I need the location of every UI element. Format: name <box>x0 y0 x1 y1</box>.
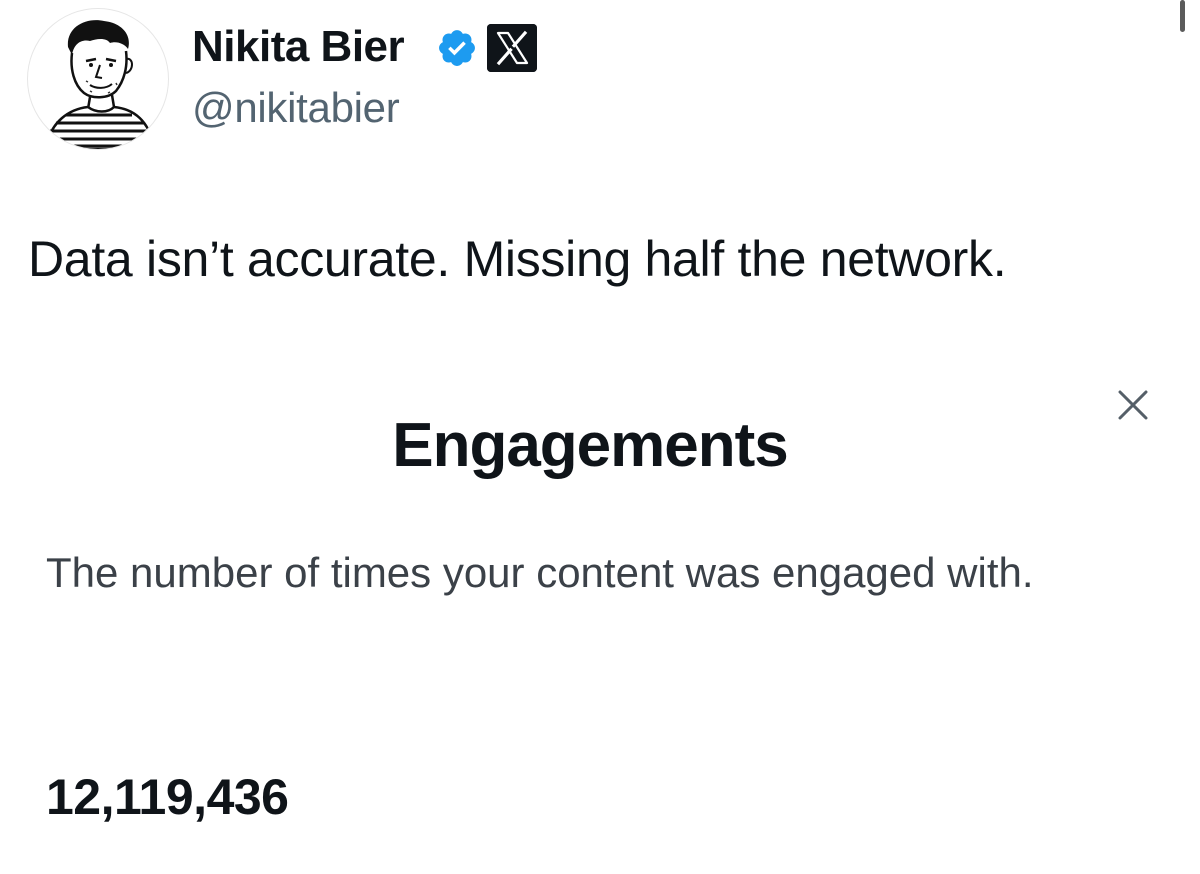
verified-badge-icon <box>439 30 475 66</box>
engagements-description: The number of times your content was eng… <box>46 549 1034 596</box>
scrollbar[interactable] <box>1180 0 1185 32</box>
avatar-portrait-drawing <box>44 20 156 149</box>
avatar[interactable] <box>27 8 169 150</box>
x-logo-icon <box>487 24 537 72</box>
tweet-text: Data isn’t accurate. Missing half the ne… <box>28 231 1007 287</box>
engagements-title: Engagements <box>392 411 789 480</box>
author-handle[interactable]: @nikitabier <box>192 84 400 132</box>
engagements-value: 12,119,436 <box>46 769 289 825</box>
author-name[interactable]: Nikita Bier <box>192 22 405 72</box>
